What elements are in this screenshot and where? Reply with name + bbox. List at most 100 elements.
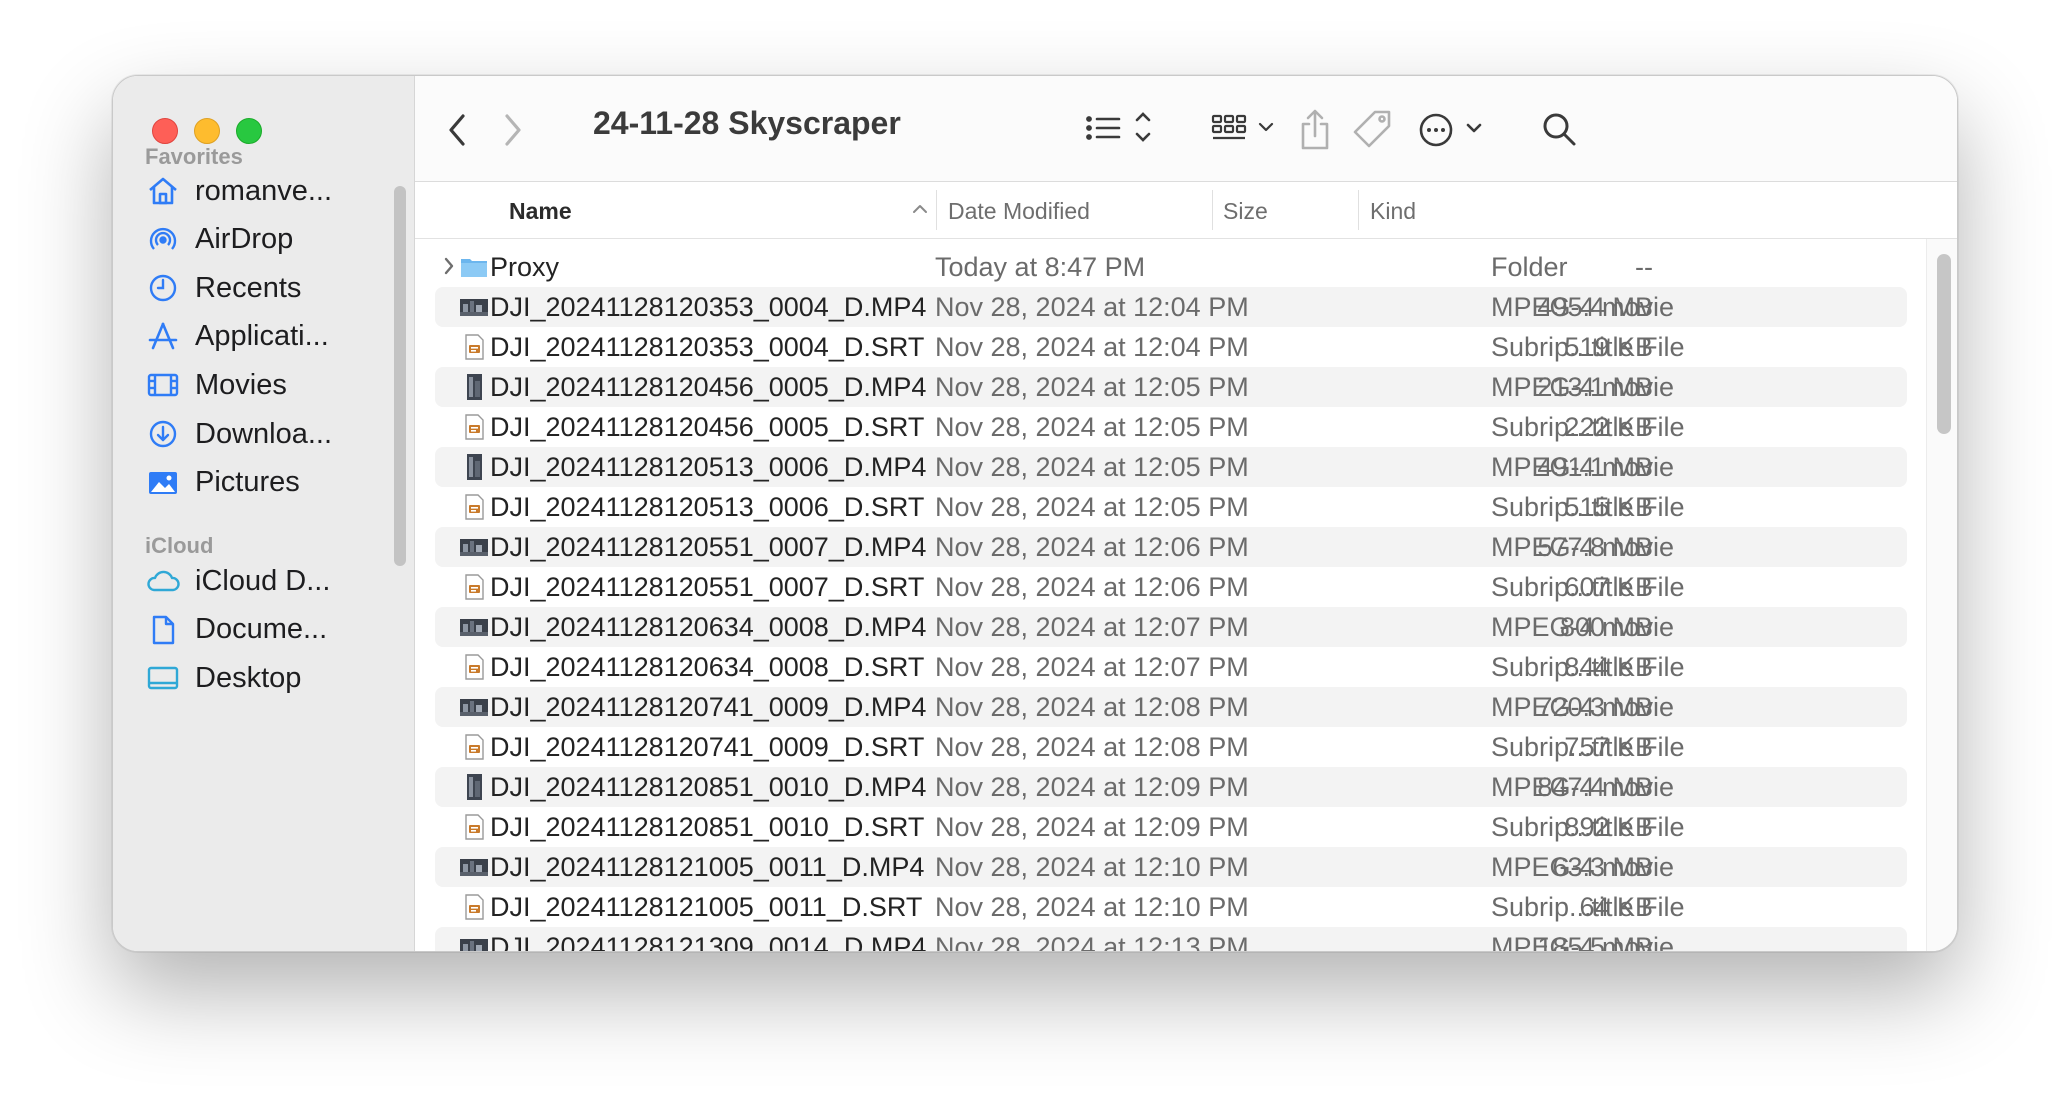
main-content: 24-11-28 Skyscraper Name Date Modified S… — [415, 76, 1957, 951]
video-thumbnail-icon — [459, 292, 489, 322]
sidebar-item[interactable]: iCloud D... — [145, 556, 395, 606]
file-name: DJI_20241128120456_0005_D.MP4 — [490, 372, 927, 402]
file-date-modified: Nov 28, 2024 at 12:07 PM — [935, 612, 1249, 642]
subtitle-file-icon — [459, 572, 489, 602]
sidebar-item-label: iCloud D... — [195, 564, 331, 597]
applications-icon — [145, 319, 181, 355]
video-thumbnail-icon — [459, 532, 489, 562]
file-row[interactable]: DJI_20241128121309_0014_D.MP4 Nov 28, 202… — [435, 927, 1907, 951]
sidebar-item-label: Downloa... — [195, 417, 333, 450]
sidebar-item[interactable]: AirDrop — [145, 215, 395, 265]
file-name: DJI_20241128120353_0004_D.SRT — [490, 332, 925, 362]
sidebar-item[interactable]: Pictures — [145, 458, 395, 508]
file-row[interactable]: DJI_20241128120634_0008_D.SRT Nov 28, 202… — [435, 647, 1907, 687]
column-name[interactable]: Name — [509, 198, 572, 225]
file-row[interactable]: DJI_20241128120513_0006_D.SRT Nov 28, 202… — [435, 487, 1907, 527]
airdrop-icon — [145, 222, 181, 258]
file-kind: MPEG-4 movie — [1491, 692, 1675, 722]
sidebar: Favorites romanve... AirDrop Recents Applic… — [113, 76, 415, 951]
file-kind: MPEG-4 movie — [1491, 932, 1675, 951]
file-row[interactable]: DJI_20241128120851_0010_D.MP4 Nov 28, 202… — [435, 767, 1907, 807]
sidebar-item[interactable]: Applicati... — [145, 312, 395, 362]
view-options-button[interactable] — [1083, 106, 1163, 154]
zoom-button[interactable] — [236, 118, 262, 144]
close-button[interactable] — [152, 118, 178, 144]
download-icon — [145, 416, 181, 452]
file-date-modified: Nov 28, 2024 at 12:06 PM — [935, 532, 1249, 562]
column-separator[interactable] — [1358, 190, 1359, 230]
file-date-modified: Nov 28, 2024 at 12:09 PM — [935, 812, 1249, 842]
file-row[interactable]: DJI_20241128120634_0008_D.MP4 Nov 28, 202… — [435, 607, 1907, 647]
file-row[interactable]: DJI_20241128120456_0005_D.SRT Nov 28, 202… — [435, 407, 1907, 447]
file-row[interactable]: DJI_20241128121005_0011_D.SRT Nov 28, 202… — [435, 887, 1907, 927]
subtitle-file-icon — [459, 652, 489, 682]
sidebar-item-label: Desktop — [195, 661, 302, 694]
tag-button[interactable] — [1351, 106, 1395, 154]
file-name: DJI_20241128120851_0010_D.MP4 — [490, 772, 927, 802]
film-icon — [145, 367, 181, 403]
subtitle-file-icon — [459, 412, 489, 442]
file-row[interactable]: DJI_20241128120353_0004_D.SRT Nov 28, 202… — [435, 327, 1907, 367]
column-header: Name Date Modified Size Kind — [415, 182, 1957, 239]
share-button[interactable] — [1295, 106, 1335, 154]
video-thumbnail-icon — [459, 372, 489, 402]
sidebar-item[interactable]: Movies — [145, 360, 395, 410]
cloud-icon — [145, 563, 181, 599]
forward-button[interactable] — [499, 106, 525, 154]
file-row[interactable]: DJI_20241128120353_0004_D.MP4 Nov 28, 202… — [435, 287, 1907, 327]
file-name: DJI_20241128120551_0007_D.MP4 — [490, 532, 927, 562]
sidebar-item[interactable]: Recents — [145, 263, 395, 313]
file-row[interactable]: DJI_20241128121005_0011_D.MP4 Nov 28, 202… — [435, 847, 1907, 887]
file-row[interactable]: DJI_20241128120551_0007_D.MP4 Nov 28, 202… — [435, 527, 1907, 567]
finder-window: Favorites romanve... AirDrop Recents Applic… — [112, 75, 1958, 952]
file-kind: MPEG-4 movie — [1491, 292, 1675, 322]
file-date-modified: Nov 28, 2024 at 12:05 PM — [935, 372, 1249, 402]
sidebar-item-label: Movies — [195, 368, 287, 401]
sidebar-scrollbar[interactable] — [394, 186, 406, 566]
column-date-modified[interactable]: Date Modified — [948, 198, 1090, 225]
file-date-modified: Nov 28, 2024 at 12:05 PM — [935, 452, 1249, 482]
file-row[interactable]: DJI_20241128120513_0006_D.MP4 Nov 28, 202… — [435, 447, 1907, 487]
file-date-modified: Nov 28, 2024 at 12:06 PM — [935, 572, 1249, 602]
sidebar-item-label: Pictures — [195, 466, 300, 499]
column-size[interactable]: Size — [1223, 198, 1268, 225]
file-date-modified: Nov 28, 2024 at 12:04 PM — [935, 292, 1249, 322]
sidebar-item[interactable]: romanve... — [145, 166, 395, 216]
file-date-modified: Nov 28, 2024 at 12:10 PM — [935, 852, 1249, 882]
file-name: Proxy — [490, 252, 560, 282]
chevron-right-icon — [505, 114, 521, 146]
file-kind: Subrip...title File — [1491, 892, 1685, 922]
file-date-modified: Today at 8:47 PM — [935, 252, 1146, 282]
file-row[interactable]: DJI_20241128120741_0009_D.SRT Nov 28, 202… — [435, 727, 1907, 767]
file-row[interactable]: DJI_20241128120551_0007_D.SRT Nov 28, 202… — [435, 567, 1907, 607]
minimize-button[interactable] — [194, 118, 220, 144]
group-button[interactable] — [1210, 106, 1290, 154]
sidebar-item[interactable]: Downloa... — [145, 409, 395, 459]
file-name: DJI_20241128120513_0006_D.SRT — [490, 492, 925, 522]
sidebar-item[interactable]: Desktop — [145, 653, 395, 703]
file-kind: Subrip...title File — [1491, 412, 1685, 442]
file-date-modified: Nov 28, 2024 at 12:10 PM — [935, 892, 1249, 922]
file-name: DJI_20241128121005_0011_D.SRT — [490, 892, 923, 922]
file-row[interactable]: DJI_20241128120851_0010_D.SRT Nov 28, 202… — [435, 807, 1907, 847]
subtitle-file-icon — [459, 732, 489, 762]
document-icon — [145, 612, 181, 648]
toolbar: 24-11-28 Skyscraper — [415, 76, 1957, 182]
file-kind: MPEG-4 movie — [1491, 612, 1675, 642]
folder-row[interactable]: Proxy Today at 8:47 PM -- Folder — [435, 247, 1907, 287]
column-kind[interactable]: Kind — [1370, 198, 1416, 225]
file-kind: Subrip...title File — [1491, 732, 1685, 762]
file-row[interactable]: DJI_20241128120456_0005_D.MP4 Nov 28, 202… — [435, 367, 1907, 407]
sidebar-item[interactable]: Docume... — [145, 605, 395, 655]
back-button[interactable] — [445, 106, 471, 154]
search-button[interactable] — [1540, 106, 1580, 154]
column-separator[interactable] — [1212, 190, 1213, 230]
file-name: DJI_20241128120634_0008_D.SRT — [490, 652, 925, 682]
action-menu-button[interactable] — [1418, 106, 1494, 154]
column-separator[interactable] — [936, 190, 937, 230]
file-list-scrollbar[interactable] — [1937, 254, 1951, 434]
disclosure-triangle-icon[interactable] — [441, 254, 457, 285]
file-date-modified: Nov 28, 2024 at 12:05 PM — [935, 492, 1249, 522]
sidebar-item-label: romanve... — [195, 174, 332, 207]
file-row[interactable]: DJI_20241128120741_0009_D.MP4 Nov 28, 202… — [435, 687, 1907, 727]
